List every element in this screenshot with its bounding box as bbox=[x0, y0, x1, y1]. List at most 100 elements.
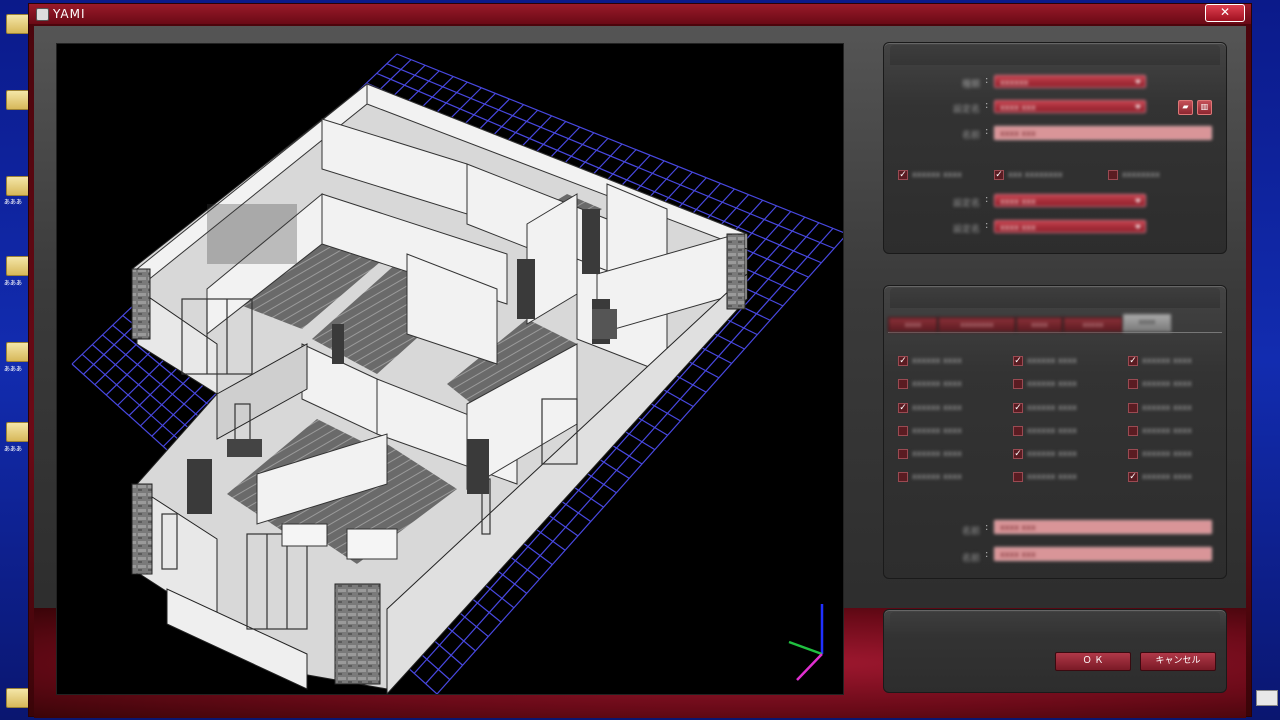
setting-select-3[interactable]: xxxx xxx bbox=[994, 220, 1146, 233]
option-checkbox-label: xxxxxx xxxx bbox=[1142, 472, 1192, 481]
option-checkbox[interactable]: ✓ bbox=[1128, 356, 1138, 366]
option-checkbox[interactable] bbox=[1013, 379, 1023, 389]
checkbox-1-label: xxxxxx xxxx bbox=[912, 170, 962, 179]
option-checkbox[interactable] bbox=[898, 472, 908, 482]
trash-icon[interactable]: ▥ bbox=[1197, 100, 1212, 115]
app-window: YAMI ✕ 種類: xxxxxx 設定名: xxxx xxx ▰ ▥ 名前… bbox=[28, 3, 1252, 718]
option-checkbox-label: xxxxxx xxxx bbox=[912, 449, 962, 458]
option-checkbox-label: xxxxxx xxxx bbox=[1027, 449, 1077, 458]
option-checkbox-label: xxxxxx xxxx bbox=[1027, 379, 1077, 388]
option-checkbox[interactable]: ✓ bbox=[1013, 403, 1023, 413]
name-label: 名前 bbox=[961, 527, 980, 537]
setting-select[interactable]: xxxx xxx bbox=[994, 100, 1146, 113]
name-field[interactable]: xxxx xxx bbox=[994, 126, 1212, 140]
ok-button[interactable]: Ｏ Ｋ bbox=[1055, 652, 1131, 671]
desktop-icon[interactable] bbox=[6, 256, 30, 276]
title-bar[interactable]: YAMI ✕ bbox=[29, 4, 1251, 24]
name-label: 名前 bbox=[961, 131, 980, 141]
checkbox-2-label: xxx xxxxxxxx bbox=[1008, 170, 1063, 179]
name-field-2[interactable]: xxxx xxx bbox=[994, 547, 1212, 561]
checkbox-1[interactable]: ✓ bbox=[898, 170, 908, 180]
option-checkbox[interactable]: ✓ bbox=[1013, 449, 1023, 459]
checkbox-2[interactable]: ✓ bbox=[994, 170, 1004, 180]
option-checkbox-label: xxxxxx xxxx bbox=[912, 356, 962, 365]
panel-header bbox=[890, 288, 1220, 308]
folder-icon[interactable]: ▰ bbox=[1178, 100, 1193, 115]
desktop-icon[interactable] bbox=[6, 90, 30, 110]
option-checkbox[interactable] bbox=[1013, 472, 1023, 482]
select-value: xxxx xxx bbox=[1000, 223, 1036, 232]
axis-gizmo bbox=[788, 604, 824, 681]
option-checkbox[interactable] bbox=[1128, 449, 1138, 459]
option-checkbox-label: xxxxxx xxxx bbox=[1142, 403, 1192, 412]
kind-label: 種類 bbox=[961, 80, 980, 90]
options-panel: xxxx xxxxxxxx xxxx xxxxx xxxx 名前 : xxxx … bbox=[883, 285, 1227, 579]
close-button[interactable]: ✕ bbox=[1205, 4, 1245, 22]
desktop-icon[interactable] bbox=[6, 14, 30, 34]
colon: : bbox=[985, 220, 989, 231]
panel-header bbox=[890, 45, 1220, 65]
option-checkbox-label: xxxxxx xxxx bbox=[912, 403, 962, 412]
tab-4[interactable]: xxxxx bbox=[1063, 317, 1123, 332]
select-value: xxxx xxx bbox=[1000, 103, 1036, 112]
tab-1[interactable]: xxxx bbox=[888, 317, 938, 332]
tab-2[interactable]: xxxxxxxx bbox=[938, 317, 1016, 332]
select-value: xxxx xxx bbox=[1000, 197, 1036, 206]
name-label: 名前 bbox=[961, 554, 980, 564]
option-checkbox[interactable] bbox=[1128, 379, 1138, 389]
option-checkbox[interactable]: ✓ bbox=[898, 403, 908, 413]
action-panel: Ｏ Ｋ キャンセル bbox=[883, 609, 1227, 693]
option-checkbox[interactable]: ✓ bbox=[1128, 472, 1138, 482]
setting-label: 設定名 bbox=[952, 225, 980, 235]
checkbox-3-label: xxxxxxxx bbox=[1122, 170, 1160, 179]
setting-select-2[interactable]: xxxx xxx bbox=[994, 194, 1146, 207]
desktop-icon[interactable] bbox=[6, 176, 30, 196]
client-area: 種類 : xxxxxx 設定名 : xxxx xxx ▰ ▥ 名前 : xxxx… bbox=[34, 26, 1246, 718]
chevron-down-icon bbox=[1135, 199, 1141, 203]
3d-viewport[interactable] bbox=[56, 43, 844, 695]
option-checkbox[interactable] bbox=[898, 449, 908, 459]
option-checkbox-label: xxxxxx xxxx bbox=[1142, 379, 1192, 388]
app-icon bbox=[36, 8, 49, 21]
colon: : bbox=[985, 75, 989, 86]
desktop-icon[interactable] bbox=[6, 688, 30, 708]
chevron-down-icon bbox=[1135, 105, 1141, 109]
tab-strip: xxxx xxxxxxxx xxxx xxxxx xxxx bbox=[888, 314, 1222, 333]
colon: : bbox=[985, 522, 989, 533]
colon: : bbox=[985, 194, 989, 205]
setting-label: 設定名 bbox=[952, 199, 980, 209]
cancel-button[interactable]: キャンセル bbox=[1140, 652, 1216, 671]
desktop-icon-right[interactable] bbox=[1256, 690, 1278, 706]
tab-5[interactable]: xxxx bbox=[1123, 314, 1171, 332]
colon: : bbox=[985, 100, 989, 111]
tab-3[interactable]: xxxx bbox=[1016, 317, 1063, 332]
option-checkbox[interactable] bbox=[1128, 403, 1138, 413]
option-checkbox-label: xxxxxx xxxx bbox=[1027, 356, 1077, 365]
chevron-down-icon bbox=[1135, 80, 1141, 84]
desktop-icon[interactable] bbox=[6, 422, 30, 442]
option-checkbox[interactable] bbox=[1128, 426, 1138, 436]
colon: : bbox=[985, 126, 989, 137]
checkbox-3[interactable] bbox=[1108, 170, 1118, 180]
option-checkbox-label: xxxxxx xxxx bbox=[1142, 356, 1192, 365]
option-checkbox-label: xxxxxx xxxx bbox=[912, 426, 962, 435]
option-checkbox[interactable]: ✓ bbox=[1013, 356, 1023, 366]
option-checkbox[interactable] bbox=[898, 379, 908, 389]
kind-select[interactable]: xxxxxx bbox=[994, 75, 1146, 88]
colon: : bbox=[985, 549, 989, 560]
option-checkbox-label: xxxxxx xxxx bbox=[1142, 426, 1192, 435]
option-checkbox[interactable] bbox=[1013, 426, 1023, 436]
floorplan-render bbox=[71, 53, 843, 694]
desktop-icon[interactable] bbox=[6, 342, 30, 362]
panel-header bbox=[890, 612, 1220, 632]
option-checkbox[interactable]: ✓ bbox=[898, 356, 908, 366]
option-checkbox-label: xxxxxx xxxx bbox=[912, 379, 962, 388]
option-checkbox-label: xxxxxx xxxx bbox=[1027, 472, 1077, 481]
name-field-1[interactable]: xxxx xxx bbox=[994, 520, 1212, 534]
setting-label: 設定名 bbox=[952, 105, 980, 115]
option-checkbox-label: xxxxxx xxxx bbox=[1027, 403, 1077, 412]
window-title: YAMI bbox=[53, 7, 86, 21]
option-checkbox-label: xxxxxx xxxx bbox=[912, 472, 962, 481]
option-checkbox-label: xxxxxx xxxx bbox=[1027, 426, 1077, 435]
option-checkbox[interactable] bbox=[898, 426, 908, 436]
